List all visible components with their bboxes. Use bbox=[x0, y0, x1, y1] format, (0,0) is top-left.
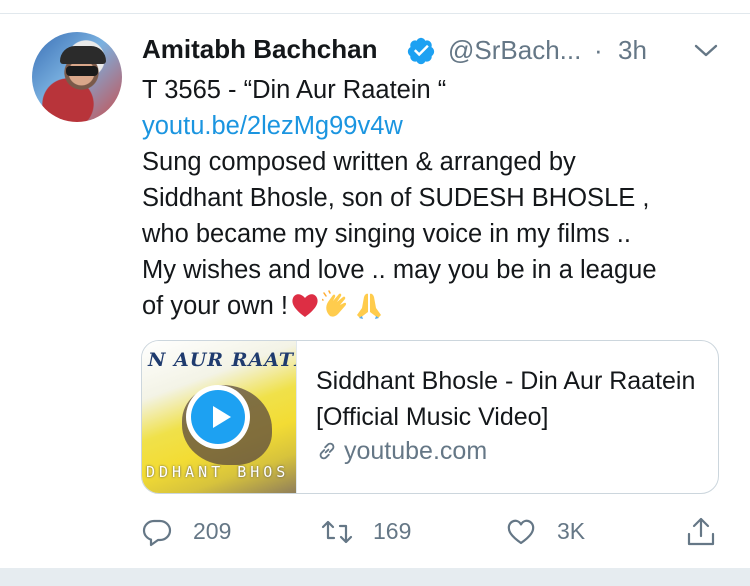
card-domain: youtube.com bbox=[316, 437, 487, 466]
card-domain-text: youtube.com bbox=[344, 437, 488, 465]
avatar[interactable] bbox=[32, 32, 122, 122]
reply-count: 209 bbox=[193, 518, 232, 544]
header-separator: · bbox=[594, 35, 603, 65]
top-divider bbox=[0, 0, 750, 14]
tweet-timestamp[interactable]: 3h bbox=[618, 35, 647, 66]
tweet-link[interactable]: youtu.be/2lezMg99v4w bbox=[142, 108, 732, 144]
play-icon bbox=[213, 406, 231, 428]
clapping-hands-emoji bbox=[322, 290, 347, 317]
tweet-text-line: My wishes and love .. may you be in a le… bbox=[142, 256, 657, 284]
link-icon bbox=[319, 442, 335, 460]
tweet-header: Amitabh Bachchan @SrBach... · 3h bbox=[142, 34, 732, 68]
author-name[interactable]: Amitabh Bachchan bbox=[142, 34, 378, 65]
author-handle[interactable]: @SrBach... bbox=[448, 35, 581, 66]
tweet-text-line: who became my singing voice in my films … bbox=[142, 220, 631, 248]
tweet[interactable]: Amitabh Bachchan @SrBach... · 3h T 3565 … bbox=[0, 14, 750, 568]
share-icon bbox=[687, 517, 715, 546]
share-action[interactable] bbox=[685, 514, 721, 554]
chevron-down-icon[interactable] bbox=[692, 40, 720, 62]
avatar-glasses bbox=[66, 66, 98, 76]
tweet-text-line: Siddhant Bhosle, son of SUDESH BHOSLE , bbox=[142, 184, 650, 212]
retweet-icon bbox=[321, 520, 353, 544]
play-button[interactable] bbox=[186, 385, 250, 449]
avatar-cap bbox=[60, 46, 106, 64]
video-thumbnail[interactable]: N AUR RAATE DDHANT BHOS bbox=[142, 341, 297, 493]
verified-badge-icon bbox=[407, 37, 435, 65]
reply-icon bbox=[142, 519, 172, 547]
play-icon-circle bbox=[191, 390, 245, 444]
thumbnail-bottom-text: DDHANT BHOS bbox=[146, 463, 290, 481]
red-heart-emoji bbox=[292, 294, 318, 317]
bottom-separator bbox=[0, 568, 750, 586]
link-preview-card[interactable]: N AUR RAATE DDHANT BHOS Siddhant Bhosle … bbox=[141, 340, 719, 494]
tweet-actions: 209 169 3K bbox=[141, 514, 731, 554]
folded-hands-emoji bbox=[357, 293, 381, 319]
retweet-count: 169 bbox=[373, 518, 412, 544]
tweet-text-line: T 3565 - “Din Aur Raatein “ bbox=[142, 76, 447, 104]
card-title[interactable]: Siddhant Bhosle - Din Aur Raatein [Offic… bbox=[316, 363, 706, 435]
tweet-text: T 3565 - “Din Aur Raatein “ youtu.be/2le… bbox=[142, 72, 732, 324]
tweet-text-last-line: of your own ! bbox=[142, 288, 732, 324]
heart-icon bbox=[507, 519, 535, 545]
thumbnail-top-text: N AUR RAATE bbox=[148, 349, 297, 371]
tweet-text-line: of your own ! bbox=[142, 292, 288, 320]
like-count: 3K bbox=[557, 518, 586, 544]
tweet-text-line: Sung composed written & arranged by bbox=[142, 148, 576, 176]
